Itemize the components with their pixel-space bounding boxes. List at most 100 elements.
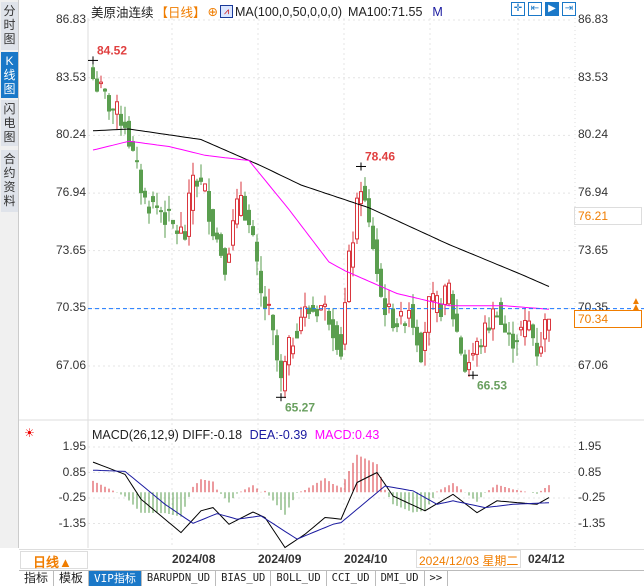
mode-label[interactable]: M	[432, 5, 442, 19]
tabs-more[interactable]: >>	[425, 571, 449, 586]
price-axis-label: 86.83	[55, 12, 86, 26]
candle-up	[291, 345, 295, 355]
candle-down	[247, 209, 251, 226]
candle-down	[363, 185, 367, 201]
price-axis-label: 86.83	[578, 12, 609, 26]
tab-template[interactable]: 模板	[54, 571, 90, 586]
candle-down	[371, 225, 375, 250]
macd-axis-label: -0.25	[578, 490, 606, 505]
x-label: 2024/09	[258, 552, 302, 566]
candle-down	[507, 332, 511, 335]
candle-up	[323, 303, 327, 307]
tab-bias[interactable]: BIAS_UD	[216, 571, 272, 586]
macd-dea: DEA:-0.39	[249, 428, 308, 442]
candle-down	[91, 67, 95, 80]
candle-down	[367, 198, 371, 223]
ma-chart-icon[interactable]: ⩘	[220, 5, 234, 18]
candle-up	[467, 362, 471, 371]
tab-boll[interactable]: BOLL_UD	[271, 571, 327, 586]
macd-header: MACD(26,12,9) DIFF:-0.18 DEA:-0.39 MACD:…	[92, 428, 379, 442]
candle-up	[431, 293, 435, 302]
candle-up	[475, 340, 479, 355]
tab-barupdn[interactable]: BARUPDN_UD	[142, 571, 217, 586]
candle-down	[151, 196, 155, 203]
indicator-settings-icon[interactable]: ☀	[24, 426, 35, 440]
candle-down	[199, 177, 203, 182]
candle-down	[215, 232, 219, 240]
candle-down	[207, 191, 211, 222]
candle-down	[251, 226, 255, 236]
candle-up	[347, 250, 351, 303]
candle-down	[451, 293, 455, 320]
macd-axis-label: -1.35	[58, 515, 86, 530]
move-right-icon[interactable]: ⇥	[562, 2, 576, 16]
candle-up	[115, 101, 119, 115]
period-label[interactable]: 【日线】	[156, 2, 206, 21]
candle-down	[411, 304, 415, 328]
candle-down	[383, 298, 387, 316]
period-selector[interactable]: 日线▲	[20, 551, 88, 570]
candle-down	[395, 323, 399, 328]
tab-cci[interactable]: CCI_UD	[327, 571, 376, 586]
candle-down	[295, 330, 299, 339]
candle-down	[503, 323, 507, 333]
candle-down	[327, 310, 331, 325]
candle-down	[219, 234, 223, 256]
price-chart[interactable]: 84.52 65.27 78.46 66.53	[0, 0, 644, 586]
candle-down	[127, 120, 131, 147]
ma50-line	[92, 140, 550, 310]
candle-down	[391, 308, 395, 329]
tab-vip-indicator[interactable]: VIP指标	[89, 571, 142, 586]
tab-dmi[interactable]: DMI_UD	[376, 571, 425, 586]
candle-up	[443, 285, 447, 305]
candle-down	[255, 241, 259, 262]
candle-down	[535, 342, 539, 357]
play-forward-icon[interactable]: ▶	[545, 2, 559, 16]
candle-down	[119, 113, 123, 126]
candle-down	[123, 121, 127, 128]
price-axis-label: 83.53	[55, 69, 86, 84]
extreme-label: 78.46	[365, 149, 395, 163]
range-select-icon[interactable]: ⇤	[528, 2, 542, 16]
macd-axis-label: 0.85	[62, 464, 86, 479]
extreme-label: 66.53	[477, 378, 507, 392]
candle-up	[283, 361, 287, 392]
candle-up	[447, 282, 451, 305]
candle-up	[539, 346, 543, 354]
candle-down	[243, 195, 247, 221]
crosshair-icon[interactable]: ✛	[511, 2, 525, 16]
candle-up	[483, 322, 487, 347]
candle-up	[299, 316, 303, 332]
crosshair-date-tooltip: 2024/12/03 星期二	[416, 550, 522, 568]
candle-up	[267, 303, 271, 306]
candle-up	[203, 183, 207, 192]
candle-down	[479, 345, 483, 348]
add-circle-icon[interactable]: ⊕	[208, 4, 218, 19]
candle-down	[183, 231, 187, 240]
price-axis-label: 67.06	[578, 357, 609, 372]
candle-down	[459, 337, 463, 354]
price-axis-label: 80.24	[55, 127, 86, 142]
candle-down	[263, 296, 267, 309]
price-axis-label: 83.53	[578, 69, 609, 84]
candle-down	[419, 332, 423, 363]
symbol-name: 美原油连续	[91, 6, 154, 20]
candle-down	[107, 95, 111, 112]
price-axis-label: 73.65	[578, 242, 609, 257]
candle-up	[407, 309, 411, 319]
candle-down	[463, 354, 467, 372]
extreme-label: 84.52	[97, 43, 127, 57]
candle-up	[235, 198, 239, 225]
scroll-up-icon[interactable]: ▲ ▲	[631, 297, 641, 313]
candle-down	[211, 209, 215, 237]
candle-down	[515, 340, 519, 343]
candle-down	[95, 78, 99, 92]
price-axis-label: 70.35	[55, 300, 86, 315]
candle-down	[455, 313, 459, 332]
tab-indicator[interactable]: 指标	[19, 571, 55, 586]
price-axis-label: 76.94	[55, 185, 86, 200]
candle-up	[527, 320, 531, 331]
ma-value-badge: 76.21	[574, 207, 642, 225]
candle-down	[375, 239, 379, 274]
candle-down	[147, 206, 151, 214]
